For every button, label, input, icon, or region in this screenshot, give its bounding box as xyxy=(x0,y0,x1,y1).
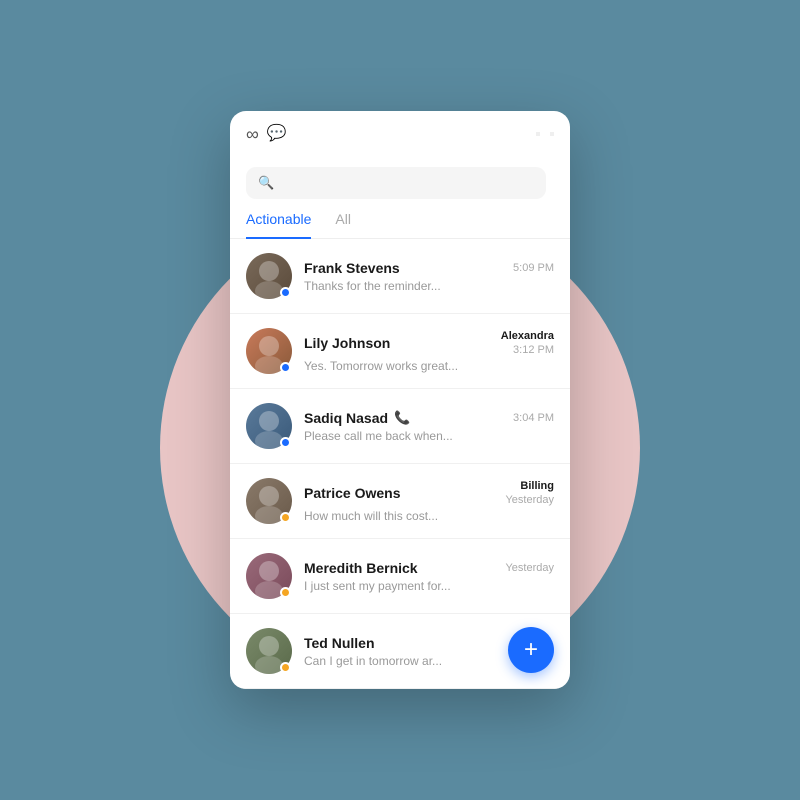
search-input[interactable] xyxy=(280,176,534,191)
message-top-lily: Lily Johnson Alexandra 3:12 PM xyxy=(304,330,554,356)
title-bar-icons: ∞ 💬 xyxy=(246,125,287,143)
call-icon-sadiq: 📞 xyxy=(394,410,410,426)
message-content-lily: Lily Johnson Alexandra 3:12 PM Yes. Tomorro… xyxy=(304,330,554,373)
infinity-icon: ∞ xyxy=(246,125,259,143)
message-tag-lily: Alexandra xyxy=(501,330,554,342)
message-item-frank[interactable]: Frank Stevens 5:09 PM Thanks for the remin… xyxy=(230,239,570,314)
minimize-button[interactable] xyxy=(536,132,540,136)
message-item-meredith[interactable]: Meredith Bernick Yesterday I just sent my … xyxy=(230,539,570,614)
search-box: 🔍 xyxy=(246,167,546,199)
message-name-wrap-frank: Frank Stevens xyxy=(304,260,400,276)
message-top-frank: Frank Stevens 5:09 PM xyxy=(304,260,554,276)
avatar-wrap-sadiq xyxy=(246,403,292,449)
message-preview-lily: Yes. Tomorrow works great... xyxy=(304,359,554,373)
message-name-frank: Frank Stevens xyxy=(304,260,400,276)
search-icon: 🔍 xyxy=(258,175,274,191)
tabs: Actionable All xyxy=(230,211,570,239)
status-dot-ted xyxy=(280,662,291,673)
chat-bubble-icon: 💬 xyxy=(267,126,287,142)
message-name-ted: Ted Nullen xyxy=(304,635,375,651)
header xyxy=(230,151,570,167)
search-row: 🔍 xyxy=(230,167,570,211)
message-top-meredith: Meredith Bernick Yesterday xyxy=(304,560,554,576)
message-preview-meredith: I just sent my payment for... xyxy=(304,579,554,593)
title-bar: ∞ 💬 xyxy=(230,111,570,151)
status-dot-patrice xyxy=(280,512,291,523)
message-item-sadiq[interactable]: Sadiq Nasad 📞 3:04 PM Please call me back w… xyxy=(230,389,570,464)
compose-button[interactable]: + xyxy=(508,627,554,673)
status-dot-lily xyxy=(280,362,291,373)
message-list: Frank Stevens 5:09 PM Thanks for the remin… xyxy=(230,239,570,689)
message-preview-sadiq: Please call me back when... xyxy=(304,429,554,443)
message-tag-patrice: Billing xyxy=(520,480,554,492)
status-dot-frank xyxy=(280,287,291,298)
message-name-wrap-patrice: Patrice Owens xyxy=(304,485,401,501)
message-time-sadiq: 3:04 PM xyxy=(513,412,554,424)
message-meta-lily: Alexandra 3:12 PM xyxy=(501,330,554,356)
message-content-meredith: Meredith Bernick Yesterday I just sent my … xyxy=(304,560,554,593)
message-name-wrap-meredith: Meredith Bernick xyxy=(304,560,418,576)
message-name-meredith: Meredith Bernick xyxy=(304,560,418,576)
message-top-patrice: Patrice Owens Billing Yesterday xyxy=(304,480,554,506)
message-meta-patrice: Billing Yesterday xyxy=(505,480,554,506)
message-name-wrap-lily: Lily Johnson xyxy=(304,335,390,351)
message-content-patrice: Patrice Owens Billing Yesterday How much wi… xyxy=(304,480,554,523)
avatar-wrap-ted xyxy=(246,628,292,674)
title-bar-controls xyxy=(536,132,554,136)
message-item-lily[interactable]: Lily Johnson Alexandra 3:12 PM Yes. Tomorro… xyxy=(230,314,570,389)
message-top-sadiq: Sadiq Nasad 📞 3:04 PM xyxy=(304,410,554,426)
status-dot-sadiq xyxy=(280,437,291,448)
message-time-patrice: Yesterday xyxy=(505,494,554,506)
message-meta-sadiq: 3:04 PM xyxy=(513,412,554,424)
message-content-sadiq: Sadiq Nasad 📞 3:04 PM Please call me back w… xyxy=(304,410,554,443)
avatar-wrap-lily xyxy=(246,328,292,374)
tab-actionable[interactable]: Actionable xyxy=(246,211,311,239)
avatar-wrap-frank xyxy=(246,253,292,299)
app-window: ∞ 💬 🔍 Actionable All Frank Stevens 5:09 P… xyxy=(230,111,570,689)
message-time-frank: 5:09 PM xyxy=(513,262,554,274)
message-name-patrice: Patrice Owens xyxy=(304,485,401,501)
message-content-frank: Frank Stevens 5:09 PM Thanks for the remin… xyxy=(304,260,554,293)
message-preview-patrice: How much will this cost... xyxy=(304,509,554,523)
message-name-wrap-ted: Ted Nullen xyxy=(304,635,375,651)
message-time-lily: 3:12 PM xyxy=(513,344,554,356)
message-meta-meredith: Yesterday xyxy=(505,562,554,574)
tab-all[interactable]: All xyxy=(335,211,351,239)
close-button[interactable] xyxy=(550,132,554,136)
message-name-wrap-sadiq: Sadiq Nasad 📞 xyxy=(304,410,410,426)
avatar-wrap-patrice xyxy=(246,478,292,524)
message-item-patrice[interactable]: Patrice Owens Billing Yesterday How much wi… xyxy=(230,464,570,539)
message-name-sadiq: Sadiq Nasad xyxy=(304,410,388,426)
status-dot-meredith xyxy=(280,587,291,598)
message-meta-frank: 5:09 PM xyxy=(513,262,554,274)
message-preview-frank: Thanks for the reminder... xyxy=(304,279,554,293)
avatar-wrap-meredith xyxy=(246,553,292,599)
message-time-meredith: Yesterday xyxy=(505,562,554,574)
message-name-lily: Lily Johnson xyxy=(304,335,390,351)
